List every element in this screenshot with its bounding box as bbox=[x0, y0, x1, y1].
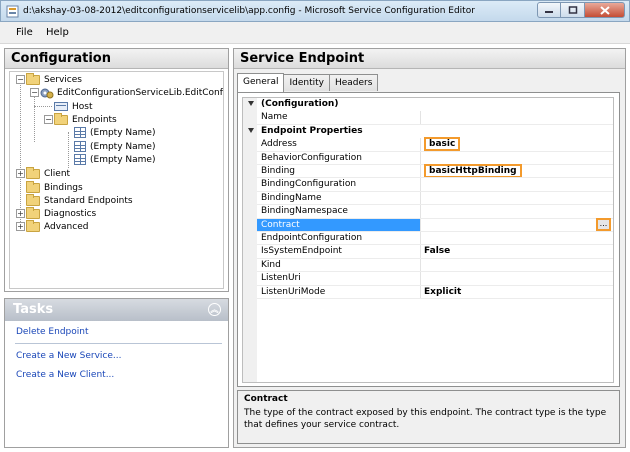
category-configuration[interactable]: (Configuration) bbox=[243, 98, 613, 111]
folder-icon bbox=[26, 219, 40, 232]
folder-icon bbox=[26, 166, 40, 179]
property-description: Contract The type of the contract expose… bbox=[237, 390, 620, 444]
property-row-kind[interactable]: Kind bbox=[243, 258, 613, 273]
collapse-endpoints[interactable]: − bbox=[44, 115, 53, 124]
tree-guide bbox=[20, 80, 21, 228]
expand-diagnostics[interactable]: + bbox=[16, 209, 25, 218]
menu-help[interactable]: Help bbox=[46, 27, 69, 38]
collapse-services[interactable]: − bbox=[16, 75, 25, 84]
tree-item-service[interactable]: EditConfigurationServiceLib.EditConfigur… bbox=[40, 86, 223, 99]
configuration-pane: Configuration − Services − EditConfigura… bbox=[4, 48, 229, 292]
property-row-is-system-endpoint[interactable]: IsSystemEndpoint False bbox=[243, 245, 613, 259]
folder-icon bbox=[54, 112, 68, 125]
general-tab-body: (Configuration) Name Endpoint Properties… bbox=[237, 92, 620, 387]
property-grid[interactable]: (Configuration) Name Endpoint Properties… bbox=[242, 97, 614, 383]
is-system-endpoint-value[interactable]: False bbox=[424, 246, 450, 256]
maximize-button[interactable] bbox=[561, 2, 585, 18]
configuration-header: Configuration bbox=[5, 49, 228, 69]
tree-item-advanced[interactable]: Advanced bbox=[26, 219, 88, 233]
tab-headers[interactable]: Headers bbox=[328, 74, 379, 91]
window-title: d:\akshay-03-08-2012\editconfigurationse… bbox=[23, 6, 475, 16]
property-row-contract[interactable]: Contract ... bbox=[243, 217, 613, 232]
property-row-address[interactable]: Address basic bbox=[243, 137, 613, 152]
endpoint-icon bbox=[74, 154, 86, 165]
collapse-service[interactable]: − bbox=[30, 88, 39, 97]
create-new-service-link[interactable]: Create a New Service... bbox=[16, 351, 121, 361]
tree-item-standard-endpoints[interactable]: Standard Endpoints bbox=[26, 193, 133, 207]
address-value[interactable]: basic bbox=[424, 137, 461, 152]
tree-item-endpoints[interactable]: Endpoints bbox=[54, 112, 117, 126]
tab-general[interactable]: General bbox=[237, 73, 285, 92]
property-row-behavior-configuration[interactable]: BehaviorConfiguration bbox=[243, 151, 613, 165]
minimize-button[interactable] bbox=[537, 2, 561, 18]
property-row-listen-uri[interactable]: ListenUri bbox=[243, 272, 613, 286]
tree-item-diagnostics[interactable]: Diagnostics bbox=[26, 206, 96, 220]
folder-icon bbox=[26, 180, 40, 193]
create-new-client-link[interactable]: Create a New Client... bbox=[16, 370, 114, 380]
configuration-tree[interactable]: − Services − EditConfigurationServiceLib… bbox=[9, 71, 224, 289]
category-endpoint-properties[interactable]: Endpoint Properties bbox=[243, 125, 613, 138]
property-row-name[interactable]: Name bbox=[243, 111, 613, 125]
close-button[interactable] bbox=[585, 2, 625, 18]
tab-identity[interactable]: Identity bbox=[283, 74, 330, 91]
tree-item-services[interactable]: Services bbox=[26, 72, 82, 86]
title-bar: d:\akshay-03-08-2012\editconfigurationse… bbox=[0, 0, 630, 22]
listen-uri-mode-value[interactable]: Explicit bbox=[424, 287, 461, 297]
service-endpoint-pane: Service Endpoint General Identity Header… bbox=[233, 48, 626, 448]
tab-strip: General Identity Headers bbox=[237, 73, 379, 92]
tree-item-endpoint-2[interactable]: (Empty Name) bbox=[74, 140, 155, 153]
property-row-endpoint-configuration[interactable]: EndpointConfiguration bbox=[243, 232, 613, 246]
tree-item-endpoint-1[interactable]: (Empty Name) bbox=[74, 126, 155, 139]
maximize-icon bbox=[568, 6, 577, 14]
folder-icon bbox=[26, 193, 40, 206]
expand-advanced[interactable]: + bbox=[16, 222, 25, 231]
expand-client[interactable]: + bbox=[16, 169, 25, 178]
property-row-binding-namespace[interactable]: BindingNamespace bbox=[243, 205, 613, 219]
delete-endpoint-link[interactable]: Delete Endpoint bbox=[16, 327, 89, 337]
property-row-listen-uri-mode[interactable]: ListenUriMode Explicit bbox=[243, 285, 613, 299]
menu-file[interactable]: File bbox=[16, 27, 33, 38]
tasks-header: Tasks ︽ bbox=[5, 299, 228, 321]
tasks-divider bbox=[15, 343, 222, 344]
property-row-binding[interactable]: Binding basicHttpBinding bbox=[243, 164, 613, 179]
window-controls bbox=[537, 2, 625, 20]
collapse-chevron-icon[interactable]: ︽ bbox=[208, 303, 221, 316]
tree-item-client[interactable]: Client bbox=[26, 166, 70, 180]
host-icon bbox=[54, 102, 68, 111]
minimize-icon bbox=[545, 11, 553, 13]
endpoint-icon bbox=[74, 127, 86, 138]
service-gear-icon bbox=[40, 88, 54, 98]
collapse-triangle-icon[interactable] bbox=[248, 101, 254, 106]
property-row-binding-name[interactable]: BindingName bbox=[243, 191, 613, 206]
close-icon bbox=[599, 5, 610, 15]
tasks-pane: Tasks ︽ Delete Endpoint Create a New Ser… bbox=[4, 298, 229, 448]
folder-icon bbox=[26, 206, 40, 219]
property-row-binding-configuration[interactable]: BindingConfiguration bbox=[243, 178, 613, 192]
menu-bar: File Help bbox=[0, 22, 630, 44]
description-title: Contract bbox=[244, 394, 288, 404]
collapse-triangle-icon[interactable] bbox=[248, 127, 254, 133]
folder-icon bbox=[26, 72, 40, 85]
tree-guide bbox=[34, 106, 52, 107]
tree-item-endpoint-3[interactable]: (Empty Name) bbox=[74, 153, 155, 166]
contract-browse-button[interactable]: ... bbox=[596, 217, 611, 231]
tree-item-host[interactable]: Host bbox=[54, 100, 93, 113]
tree-item-bindings[interactable]: Bindings bbox=[26, 180, 83, 194]
tree-guide bbox=[34, 92, 35, 142]
service-endpoint-header: Service Endpoint bbox=[234, 49, 625, 69]
binding-value[interactable]: basicHttpBinding bbox=[424, 164, 522, 178]
app-icon bbox=[6, 5, 19, 18]
endpoint-icon bbox=[74, 141, 86, 152]
tree-guide bbox=[68, 132, 69, 168]
description-text: The type of the contract exposed by this… bbox=[244, 408, 607, 430]
